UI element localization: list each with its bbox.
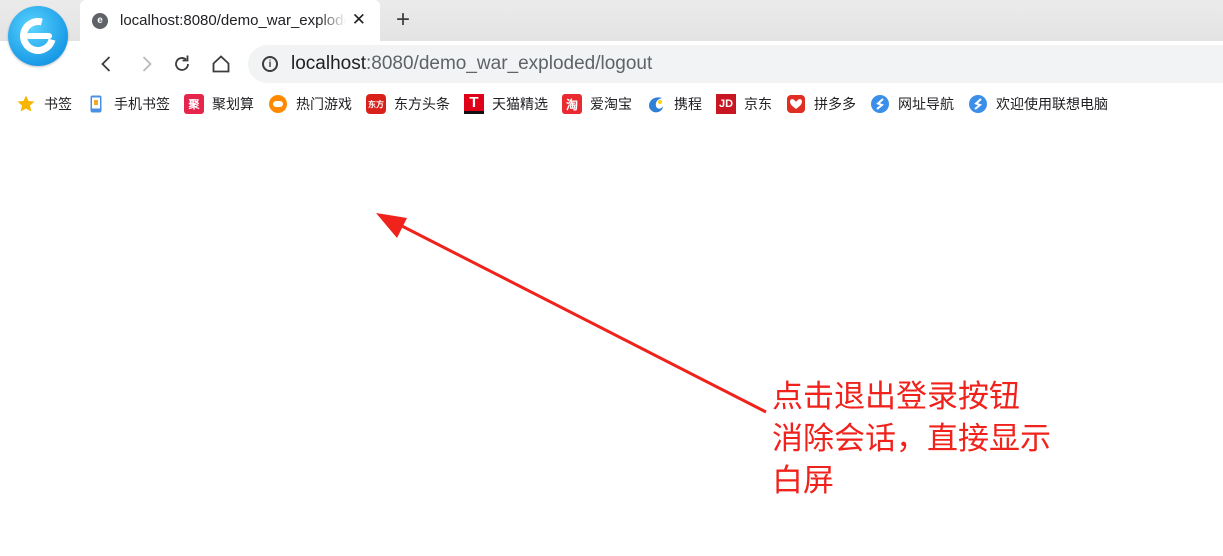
annotation-text: 点击退出登录按钮 消除会话，直接显示 白屏 xyxy=(772,376,1092,502)
arrow-shaft xyxy=(395,221,767,414)
browser-logo-icon[interactable] xyxy=(8,6,68,66)
browser-window: e localhost:8080/demo_war_exploded/logou… xyxy=(0,0,1223,556)
annotation-line-3: 白屏 xyxy=(772,463,834,499)
annotation-line-1: 点击退出登录按钮 xyxy=(772,379,1020,415)
arrow-head xyxy=(376,213,407,238)
annotation-line-2: 消除会话，直接显示 xyxy=(772,421,1051,457)
